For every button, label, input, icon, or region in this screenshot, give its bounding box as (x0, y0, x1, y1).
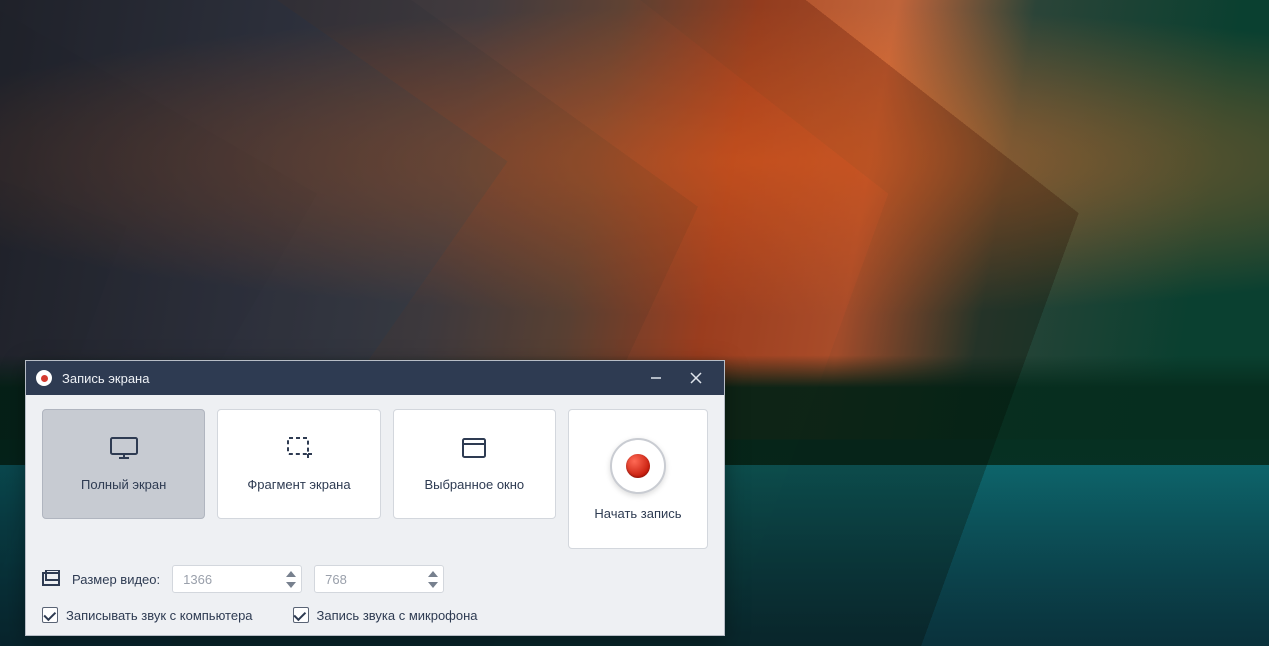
record-icon (610, 438, 666, 494)
mode-fullscreen-button[interactable]: Полный экран (42, 409, 205, 519)
width-stepper (285, 569, 297, 589)
minimize-button[interactable] (636, 361, 676, 395)
width-step-down[interactable] (285, 580, 297, 589)
screen-recorder-window: Запись экрана Полный экран (25, 360, 725, 636)
mode-fullscreen-label: Полный экран (81, 477, 166, 492)
record-system-audio-label: Записывать звук с компьютера (66, 608, 253, 623)
record-mic-audio-label: Запись звука с микрофона (317, 608, 478, 623)
height-stepper (427, 569, 439, 589)
height-step-down[interactable] (427, 580, 439, 589)
window-controls (636, 361, 716, 395)
minimize-icon (650, 372, 662, 384)
video-size-row: Размер видео: 1366 768 (42, 565, 708, 593)
start-record-label: Начать запись (594, 506, 681, 521)
video-width-input[interactable]: 1366 (172, 565, 302, 593)
app-window-icon (459, 436, 489, 463)
app-record-icon (36, 370, 52, 386)
record-system-audio-checkbox[interactable]: Записывать звук с компьютера (42, 607, 253, 623)
width-step-up[interactable] (285, 569, 297, 578)
checkbox-icon (42, 607, 58, 623)
window-body: Полный экран Фрагмент экрана Выбранное о… (26, 395, 724, 635)
crop-selection-icon (284, 436, 314, 463)
mode-window-button[interactable]: Выбранное окно (393, 409, 556, 519)
capture-mode-group: Полный экран Фрагмент экрана Выбранное о… (42, 409, 556, 549)
video-size-label: Размер видео: (72, 572, 160, 587)
top-row: Полный экран Фрагмент экрана Выбранное о… (42, 409, 708, 549)
window-title: Запись экрана (62, 371, 149, 386)
video-height-input[interactable]: 768 (314, 565, 444, 593)
video-width-value: 1366 (183, 572, 212, 587)
height-step-up[interactable] (427, 569, 439, 578)
titlebar[interactable]: Запись экрана (26, 361, 724, 395)
monitor-icon (109, 436, 139, 463)
checkbox-icon (293, 607, 309, 623)
mode-window-label: Выбранное окно (424, 477, 524, 492)
audio-options-row: Записывать звук с компьютера Запись звук… (42, 607, 708, 623)
video-height-value: 768 (325, 572, 347, 587)
aspect-ratio-icon (42, 570, 60, 589)
mode-fragment-button[interactable]: Фрагмент экрана (217, 409, 380, 519)
start-record-button[interactable]: Начать запись (568, 409, 708, 549)
close-button[interactable] (676, 361, 716, 395)
record-mic-audio-checkbox[interactable]: Запись звука с микрофона (293, 607, 478, 623)
close-icon (690, 372, 702, 384)
mode-fragment-label: Фрагмент экрана (247, 477, 350, 492)
